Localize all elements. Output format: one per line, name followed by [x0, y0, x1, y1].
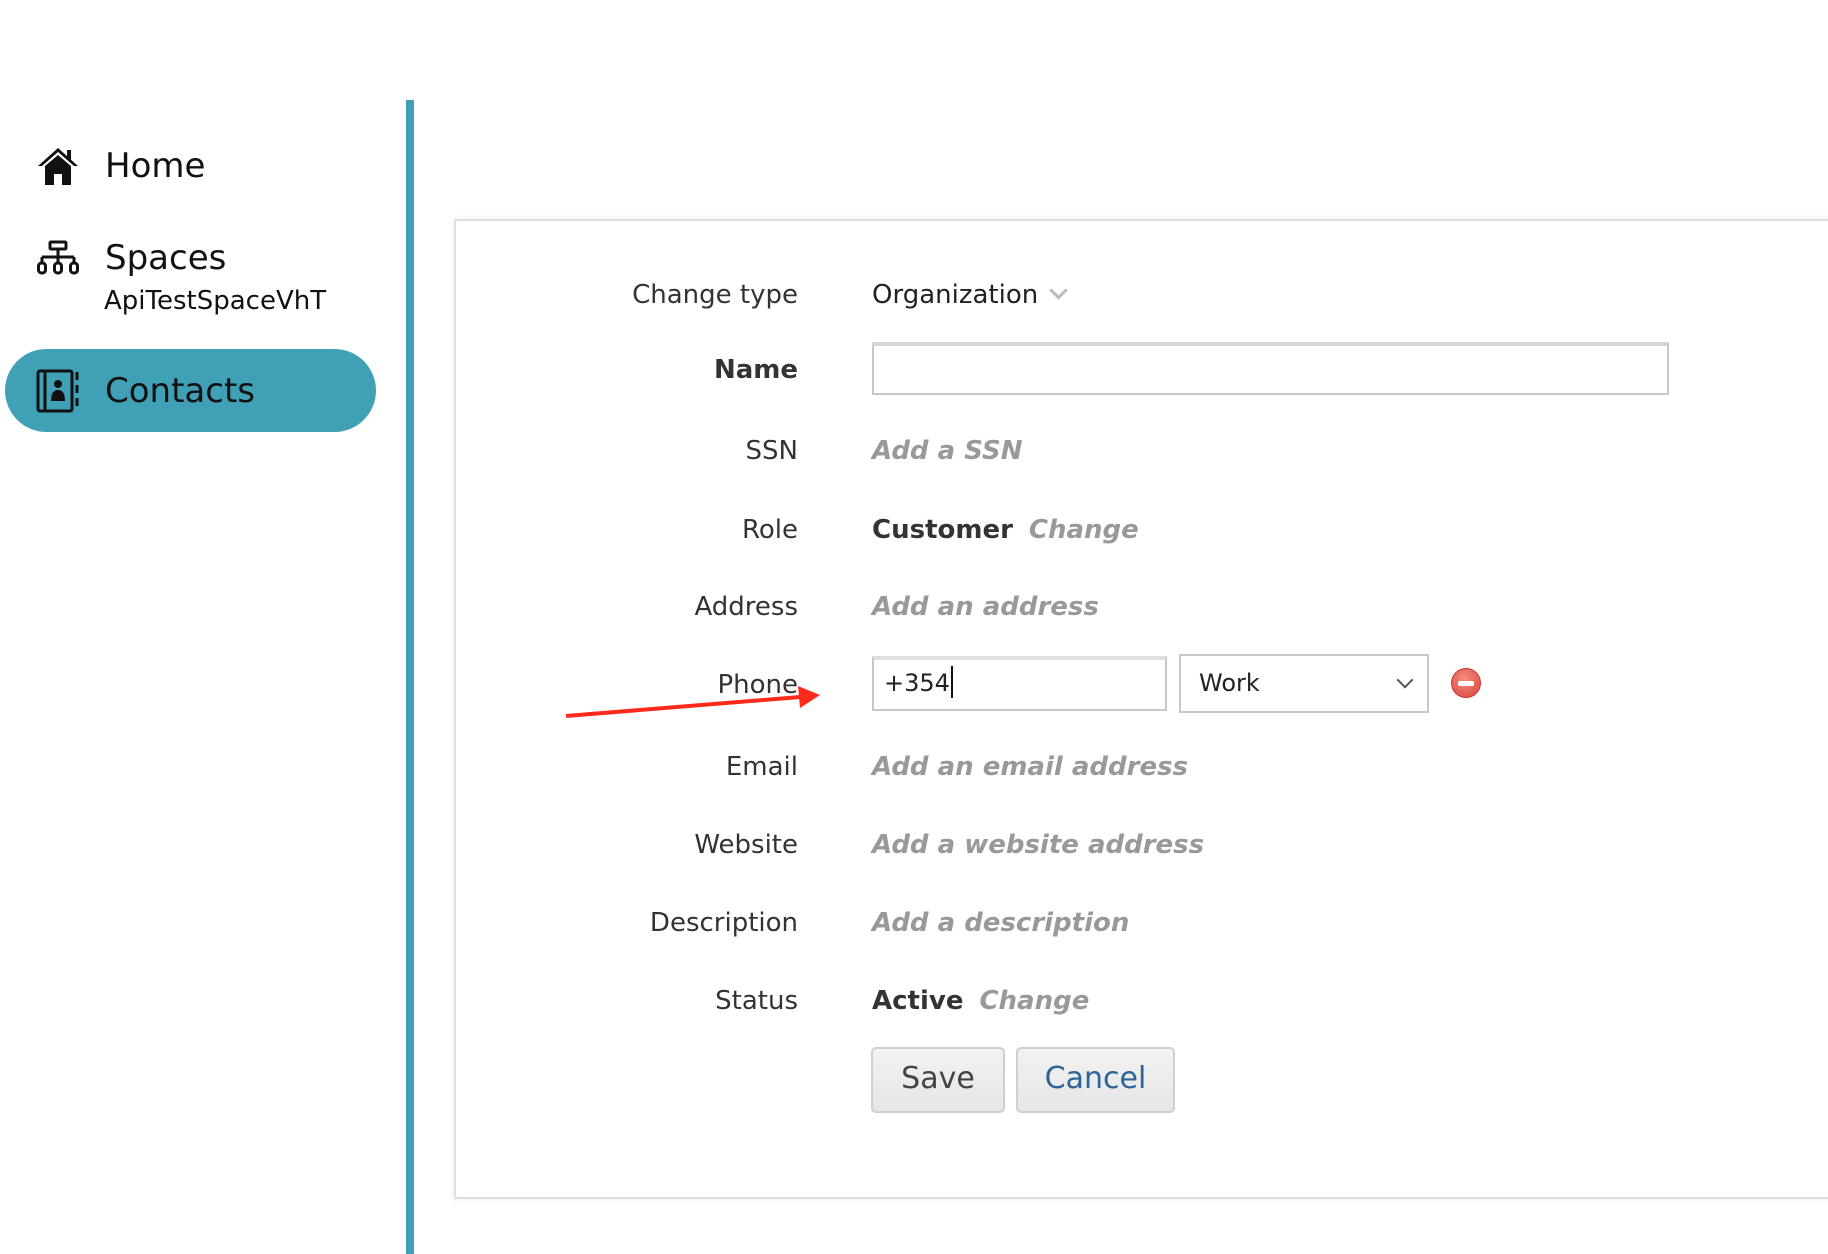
website-label: Website — [694, 830, 798, 860]
role-label: Role — [741, 515, 798, 545]
status-value: Active — [872, 986, 964, 1016]
address-book-icon — [35, 368, 81, 414]
home-icon — [35, 143, 81, 189]
remove-phone-button[interactable] — [1451, 668, 1481, 698]
text-cursor — [950, 666, 953, 698]
role-value-group: Customer Change — [872, 510, 1139, 550]
form-row-address: Address Add an address — [456, 587, 1828, 627]
sidebar-item-home[interactable]: Home — [5, 124, 376, 207]
form-row-status: Status Active Change — [456, 981, 1828, 1021]
add-description-link[interactable]: Add a description — [872, 903, 1129, 943]
sidebar-divider — [406, 100, 414, 1254]
change-type-value: Organization — [872, 280, 1039, 310]
name-input[interactable] — [872, 342, 1669, 395]
current-space-name[interactable]: ApiTestSpaceVhT — [104, 286, 326, 316]
sidebar-item-label: Contacts — [105, 370, 255, 411]
phone-label: Phone — [717, 670, 798, 700]
add-ssn-link[interactable]: Add a SSN — [872, 431, 1022, 471]
form-row-role: Role Customer Change — [456, 510, 1828, 550]
status-value-group: Active Change — [872, 981, 1089, 1021]
change-type-dropdown[interactable]: Organization — [872, 275, 1068, 315]
phone-number-value: +354 — [884, 669, 950, 697]
sidebar-item-label: Home — [105, 145, 206, 186]
sitemap-icon — [35, 235, 81, 281]
form-row-website: Website Add a website address — [456, 825, 1828, 865]
add-email-link[interactable]: Add an email address — [872, 747, 1188, 787]
description-label: Description — [649, 908, 798, 938]
save-button[interactable]: Save — [871, 1047, 1005, 1113]
chevron-down-icon — [1049, 281, 1068, 300]
add-website-link[interactable]: Add a website address — [872, 825, 1204, 865]
phone-number-input[interactable]: +354 — [872, 656, 1167, 711]
form-row-ssn: SSN Add a SSN — [456, 431, 1828, 471]
add-address-link[interactable]: Add an address — [872, 587, 1099, 627]
status-label: Status — [715, 986, 798, 1016]
cancel-button[interactable]: Cancel — [1016, 1047, 1175, 1113]
form-row-email: Email Add an email address — [456, 747, 1828, 787]
form-actions: Save Cancel — [456, 1047, 1828, 1113]
contact-edit-form: Change type Organization Name SSN Add a … — [454, 219, 1828, 1199]
sidebar: Home Spaces ApiTestSpaceVhT Contacts — [0, 0, 406, 1254]
change-role-link[interactable]: Change — [1029, 515, 1139, 545]
phone-type-value: Work — [1199, 669, 1260, 697]
name-label: Name — [713, 355, 798, 385]
sidebar-item-contacts[interactable]: Contacts — [5, 349, 376, 432]
form-row-phone: Phone +354 Work — [456, 654, 1828, 713]
sidebar-item-label: Spaces — [105, 237, 227, 278]
ssn-label: SSN — [745, 436, 798, 466]
chevron-down-icon — [1396, 671, 1414, 689]
address-label: Address — [694, 592, 798, 622]
form-row-description: Description Add a description — [456, 903, 1828, 943]
change-type-label: Change type — [632, 280, 798, 310]
role-value: Customer — [872, 515, 1013, 545]
email-label: Email — [725, 752, 798, 782]
phone-type-select[interactable]: Work — [1179, 654, 1429, 713]
form-row-name: Name — [456, 342, 1828, 395]
minus-circle-icon — [1458, 681, 1474, 686]
form-row-change-type: Change type Organization — [456, 275, 1828, 315]
change-status-link[interactable]: Change — [979, 986, 1089, 1016]
